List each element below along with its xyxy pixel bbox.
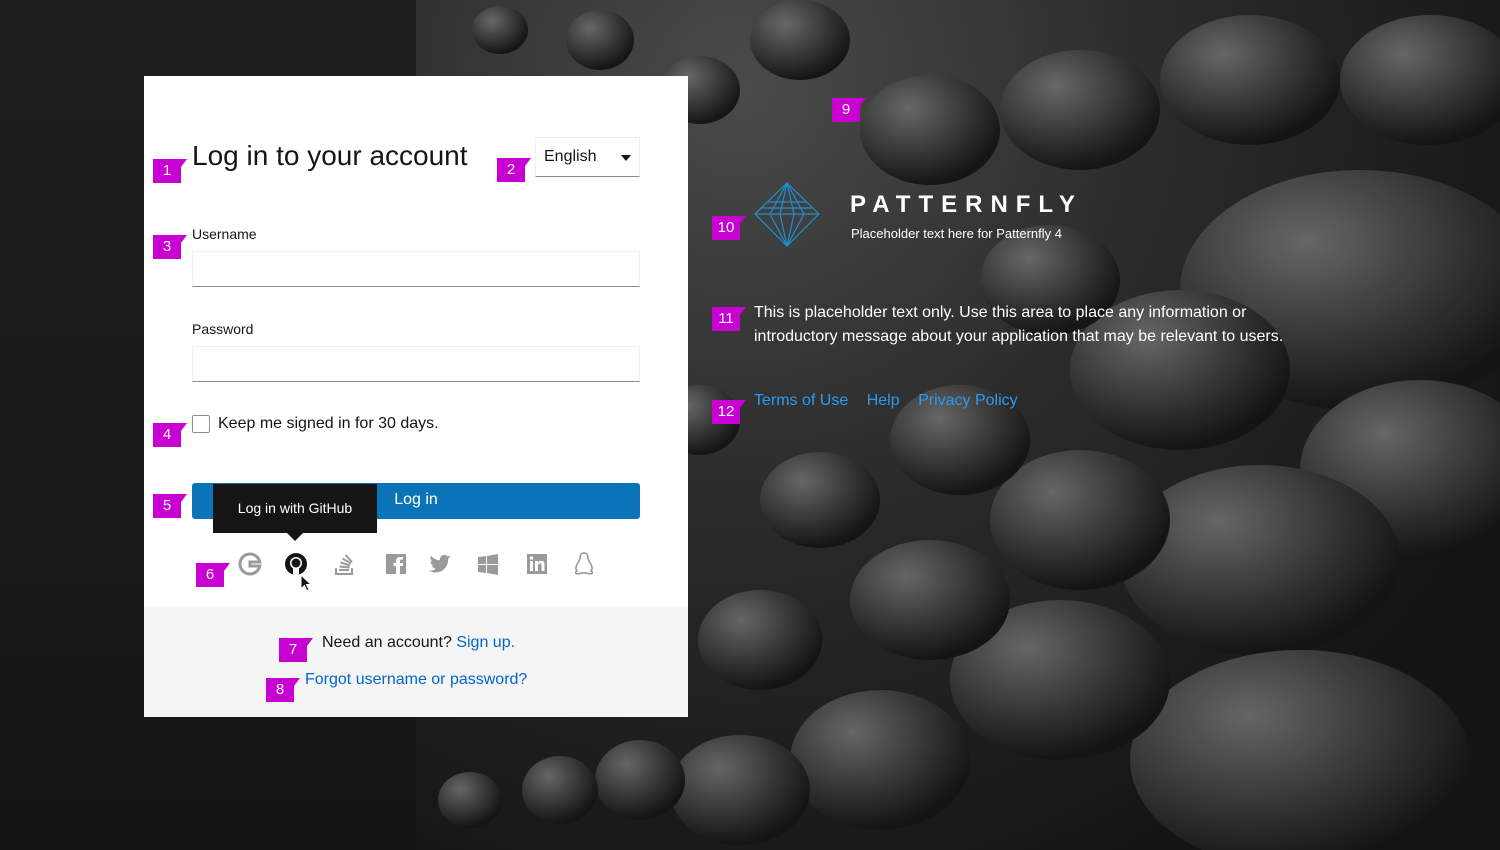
annotation-marker-12: 12 bbox=[712, 400, 746, 424]
signup-prompt: Need an account? Sign up. bbox=[322, 634, 515, 652]
help-link[interactable]: Help bbox=[867, 392, 900, 409]
annotation-marker-3: 3 bbox=[153, 235, 187, 259]
patternfly-logo-icon bbox=[754, 181, 820, 248]
linux-icon[interactable] bbox=[570, 550, 598, 578]
page-title: Log in to your account bbox=[192, 140, 468, 171]
stackoverflow-icon[interactable] bbox=[330, 550, 358, 578]
annotation-marker-10: 10 bbox=[712, 216, 746, 240]
signup-link[interactable]: Sign up. bbox=[456, 634, 515, 651]
intro-text: This is placeholder text only. Use this … bbox=[754, 304, 1284, 345]
login-card: Log in to your account English Username … bbox=[144, 76, 688, 717]
username-label: Username bbox=[192, 226, 257, 242]
language-select-value: English bbox=[544, 148, 597, 165]
annotation-marker-5: 5 bbox=[153, 494, 187, 518]
annotation-marker-7: 7 bbox=[279, 638, 313, 662]
annotation-marker-1: 1 bbox=[153, 159, 187, 183]
annotation-marker-4: 4 bbox=[153, 423, 187, 447]
facebook-icon[interactable] bbox=[382, 550, 410, 578]
remember-me-label[interactable]: Keep me signed in for 30 days. bbox=[218, 415, 439, 433]
annotation-marker-6: 6 bbox=[196, 563, 230, 587]
windows-icon[interactable] bbox=[474, 550, 502, 578]
username-input[interactable] bbox=[192, 251, 640, 287]
annotation-marker-11: 11 bbox=[712, 307, 746, 331]
annotation-marker-9: 9 bbox=[832, 98, 866, 122]
annotation-marker-8: 8 bbox=[266, 678, 300, 702]
terms-of-use-link[interactable]: Terms of Use bbox=[754, 392, 848, 409]
caret-down-icon bbox=[621, 155, 631, 161]
twitter-icon[interactable] bbox=[426, 550, 454, 578]
privacy-policy-link[interactable]: Privacy Policy bbox=[918, 392, 1018, 409]
github-tooltip: Log in with GitHub bbox=[213, 484, 377, 533]
brand-subtitle: Placeholder text here for Patternfly 4 bbox=[851, 226, 1063, 241]
password-label: Password bbox=[192, 321, 254, 337]
tooltip-arrow bbox=[287, 533, 303, 541]
annotation-marker-2: 2 bbox=[497, 158, 531, 182]
google-icon[interactable] bbox=[236, 550, 264, 578]
language-select[interactable]: English bbox=[535, 137, 640, 177]
remember-me-checkbox[interactable] bbox=[192, 415, 210, 433]
mouse-cursor-icon bbox=[300, 574, 312, 592]
signup-prefix: Need an account? bbox=[322, 634, 452, 651]
footer-links: Terms of Use Help Privacy Policy bbox=[754, 392, 1032, 410]
login-card-footer bbox=[144, 607, 688, 717]
password-input[interactable] bbox=[192, 346, 640, 382]
linkedin-icon[interactable] bbox=[523, 550, 551, 578]
forgot-credentials-link[interactable]: Forgot username or password? bbox=[305, 671, 527, 689]
brand-name: PATTERNFLY bbox=[850, 191, 1083, 218]
